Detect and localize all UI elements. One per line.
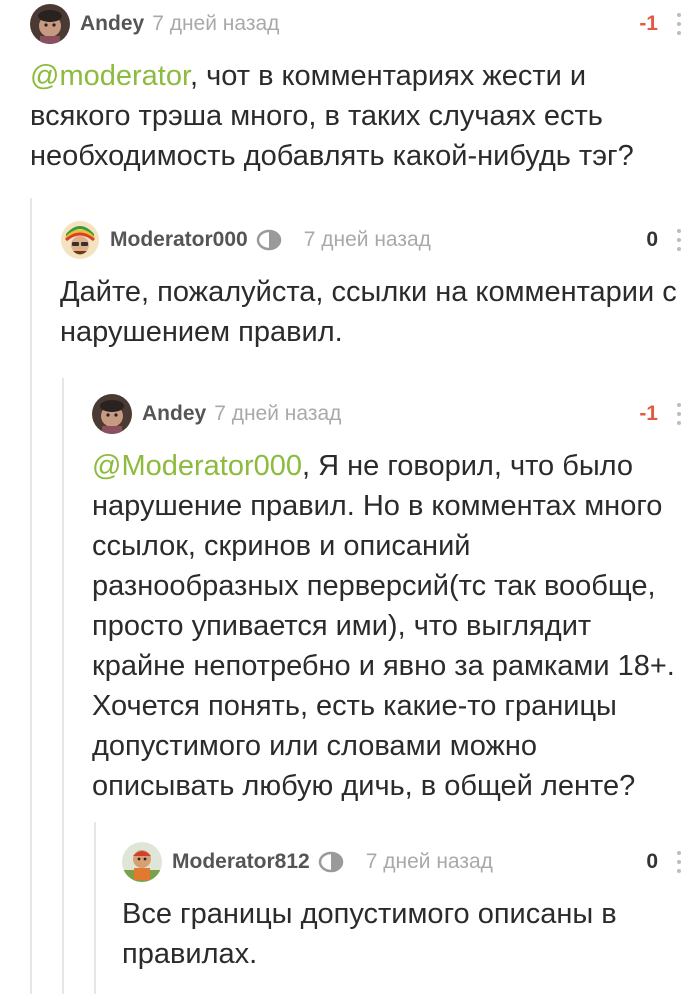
comment-header: Moderator000 7 дней назад 0 (60, 220, 684, 260)
avatar[interactable] (92, 394, 132, 434)
mention-link[interactable]: @moderator (30, 60, 190, 92)
thread-line-level-3 (94, 822, 96, 994)
rating: 0 (646, 850, 658, 873)
comment-text: @Moderator000, Я не говорил, что было на… (92, 446, 684, 806)
comment-header: Andey 7 дней назад -1 (30, 4, 684, 44)
mention-link[interactable]: @Moderator000 (92, 450, 302, 482)
avatar[interactable] (122, 842, 162, 882)
avatar-moderator000-icon (60, 220, 100, 260)
rating: 0 (646, 228, 658, 251)
avatar-andey-icon (92, 394, 132, 434)
more-menu-icon[interactable] (674, 13, 684, 35)
timestamp: 7 дней назад (365, 850, 493, 873)
timestamp: 7 дней назад (303, 228, 431, 251)
comment-text: @moderator, чот в комментариях жести и в… (30, 56, 684, 176)
username[interactable]: Moderator000 (110, 228, 248, 252)
thread-line-level-2 (62, 378, 64, 994)
comment: Andey 7 дней назад -1 @moderator, чот в … (30, 4, 684, 176)
username[interactable]: Moderator812 (172, 850, 310, 874)
avatar[interactable] (60, 220, 100, 260)
username[interactable]: Andey (80, 12, 144, 36)
rating: -1 (639, 12, 658, 35)
moderator-badge-icon (256, 229, 282, 251)
comment-text: Все границы допустимого описаны в правил… (122, 898, 617, 970)
more-menu-icon[interactable] (674, 403, 684, 425)
comment-header: Moderator812 7 дней назад 0 (122, 842, 684, 882)
thread-line-level-1 (30, 198, 32, 994)
moderator-badge-icon (318, 851, 344, 873)
timestamp: 7 дней назад (152, 12, 280, 35)
comment-header: Andey 7 дней назад -1 (92, 394, 684, 434)
avatar[interactable] (30, 4, 70, 44)
comment: Moderator812 7 дней назад 0 Все границы … (122, 842, 684, 974)
comment-text: Дайте, пожалуйста, ссылки на комментарии… (60, 276, 677, 348)
comment-text-content: , Я не говорил, что было нарушение прави… (92, 450, 675, 802)
timestamp: 7 дней назад (214, 402, 342, 425)
username[interactable]: Andey (142, 402, 206, 426)
comment: Andey 7 дней назад -1 @Moderator000, Я н… (92, 394, 684, 806)
more-menu-icon[interactable] (674, 851, 684, 873)
more-menu-icon[interactable] (674, 229, 684, 251)
rating: -1 (639, 402, 658, 425)
comment: Moderator000 7 дней назад 0 Дайте, пожал… (60, 220, 684, 352)
avatar-moderator812-icon (122, 842, 162, 882)
avatar-andey-icon (30, 4, 70, 44)
